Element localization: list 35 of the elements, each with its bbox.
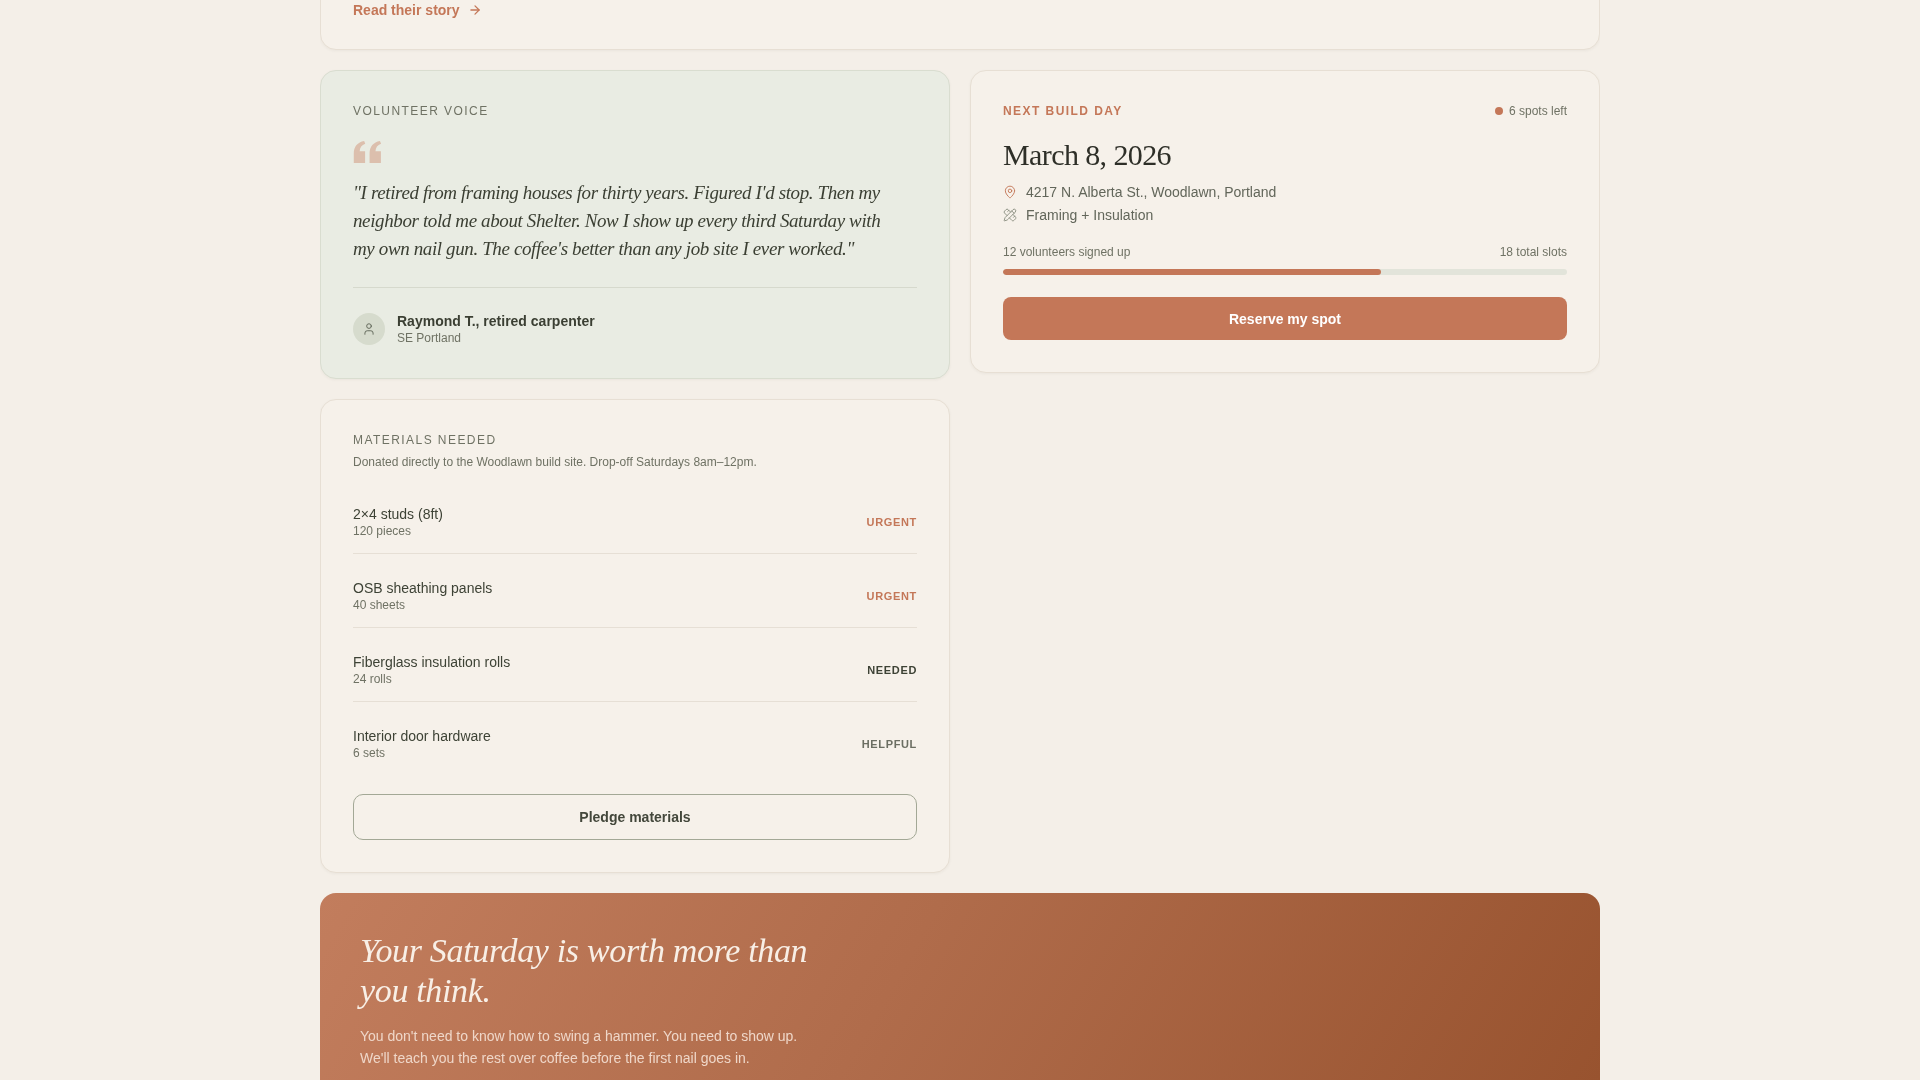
material-quantity: 24 rolls <box>353 671 393 687</box>
build-detail: 4217 N. Alberta St., Woodlawn, Portland <box>1026 183 1277 202</box>
priority-label: URGENT <box>866 590 917 602</box>
cta-body: You don't need to know how to swing a hammer. You need to show up. We'll teach you the rest over coffee before the first nail goes in. <box>360 1027 799 1068</box>
material-quantity: 6 sets <box>353 745 386 761</box>
material-quantity: 120 pieces <box>353 523 413 539</box>
build-detail: Framing + Insulation <box>1026 206 1154 225</box>
author-location: SE Portland <box>397 330 463 346</box>
build-date: March 8, 2026 <box>1003 137 1172 173</box>
signed-up-count: 12 volunteers signed up <box>1003 244 1131 260</box>
arrow-right-icon <box>467 3 482 17</box>
section-label: MATERIALS NEEDED <box>353 432 498 448</box>
total-slots: 18 total slots <box>1499 244 1567 260</box>
status-dot-icon <box>1494 107 1503 115</box>
material-name: Fiberglass insulation rolls <box>353 653 511 671</box>
material-name: 2×4 studs (8ft) <box>353 505 443 523</box>
testimonial-quote: "I retired from framing houses for thirty years. Figured I'd stop. Then my neighbor told me about Shelter. Now I show up every third Saturday with my own nail gun. The coffee's better than any job site I ever worked." <box>353 181 882 261</box>
materials-note: Donated directly to the Woodlawn build site. Drop-off Saturdays 8am–12pm. <box>353 454 758 470</box>
priority-label: NEEDED <box>867 664 917 676</box>
pledge-materials-button[interactable]: Pledge materials <box>353 794 917 840</box>
priority-label: URGENT <box>866 516 917 528</box>
material-name: OSB sheathing panels <box>353 579 493 597</box>
pencil-ruler-icon <box>1003 208 1017 222</box>
read-story-link[interactable]: Read their story <box>353 1 482 19</box>
spots-left: 6 spots left <box>1508 103 1567 119</box>
material-name: Interior door hardware <box>353 727 491 745</box>
author-name: Raymond T., retired carpenter <box>397 312 595 330</box>
section-label: NEXT BUILD DAY <box>1003 103 1123 119</box>
section-label: VOLUNTEER VOICE <box>353 103 490 119</box>
map-pin-icon <box>1003 185 1017 199</box>
quote-mark-icon <box>353 141 384 163</box>
reserve-spot-button[interactable]: Reserve my spot <box>1003 297 1567 340</box>
material-quantity: 40 sheets <box>353 597 407 613</box>
priority-label: HELPFUL <box>861 738 917 750</box>
avatar-person-icon <box>353 313 385 345</box>
